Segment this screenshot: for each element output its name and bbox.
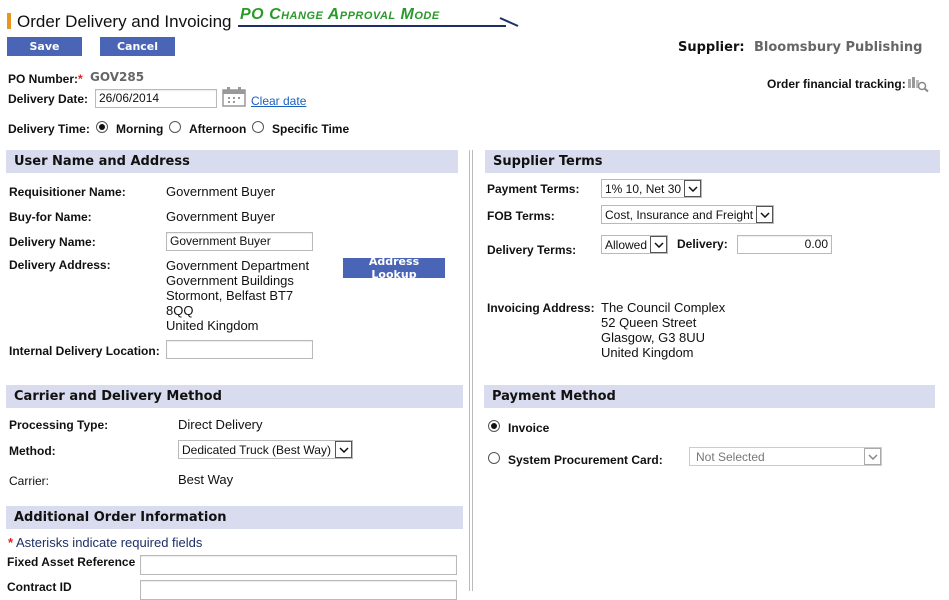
fob-terms-label: FOB Terms: [487, 209, 555, 223]
page-title: Order Delivery and Invoicing [17, 12, 232, 31]
carrier-value: Best Way [178, 472, 234, 487]
delivery-date-input[interactable]: 26/06/2014 [95, 89, 217, 108]
delivery-time-morning-label: Morning [116, 122, 164, 136]
fob-terms-value: Cost, Insurance and Freight [605, 207, 754, 222]
fob-terms-select[interactable]: Cost, Insurance and Freight [601, 205, 774, 224]
payment-terms-select[interactable]: 1% 10, Net 30 [601, 179, 702, 198]
delivery-address-line: 8QQ [166, 303, 194, 318]
delivery-name-label: Delivery Name: [9, 235, 96, 249]
delivery-terms-label: Delivery Terms: [487, 243, 577, 257]
processing-type-label: Processing Type: [9, 418, 109, 432]
cancel-button[interactable]: Cancel [100, 37, 175, 56]
internal-delivery-location-input[interactable] [166, 340, 313, 359]
invoice-radio[interactable] [488, 420, 500, 432]
required-fields-note: * Asterisks indicate required fields [8, 535, 202, 550]
mode-banner: PO Change Approval Mode [240, 6, 440, 23]
required-marker: * [8, 535, 14, 550]
delivery-amount-label: Delivery: [677, 237, 728, 251]
procurement-card-radio[interactable] [488, 452, 500, 464]
column-divider [472, 150, 473, 591]
section-payment-method: Payment Method [484, 385, 935, 408]
mode-banner-underline [238, 25, 506, 27]
contract-id-input[interactable] [140, 580, 457, 600]
method-value: Dedicated Truck (Best Way) [182, 442, 331, 457]
po-number-label-text: PO Number: [8, 72, 79, 86]
delivery-date-label: Delivery Date: [8, 92, 89, 106]
required-marker: * [78, 72, 83, 86]
invoice-label: Invoice [508, 421, 550, 435]
processing-type-value: Direct Delivery [178, 417, 263, 432]
delivery-terms-value: Allowed [605, 237, 648, 252]
delivery-name-input[interactable]: Government Buyer [166, 232, 313, 251]
delivery-address-line: Government Buildings [166, 273, 294, 288]
clear-date-link[interactable]: Clear date [251, 94, 306, 108]
delivery-address-label: Delivery Address: [9, 258, 111, 272]
column-divider [469, 150, 470, 591]
po-number-label: PO Number:* [8, 72, 83, 86]
delivery-address-line: Stormont, Belfast BT7 [166, 288, 294, 303]
delivery-time-morning-radio[interactable] [96, 121, 108, 133]
chevron-down-icon [335, 441, 352, 458]
chevron-down-icon [756, 206, 773, 223]
delivery-address: Government Department Government Buildin… [166, 258, 309, 333]
fixed-asset-reference-input[interactable] [140, 555, 457, 575]
payment-terms-label: Payment Terms: [487, 182, 580, 196]
mode-arrow-icon [499, 17, 519, 27]
delivery-address-line: United Kingdom [166, 318, 259, 333]
method-select[interactable]: Dedicated Truck (Best Way) [178, 440, 353, 459]
calendar-icon[interactable] [222, 87, 246, 107]
title-accent-bar [7, 13, 11, 29]
delivery-terms-select[interactable]: Allowed [601, 235, 668, 254]
delivery-time-afternoon-label: Afternoon [189, 122, 247, 136]
invoicing-address-line: 52 Queen Street [601, 315, 697, 330]
chevron-down-icon [650, 236, 667, 253]
invoicing-address-line: United Kingdom [601, 345, 694, 360]
delivery-time-label: Delivery Time: [8, 122, 90, 136]
section-additional-order-info: Additional Order Information [6, 506, 463, 529]
supplier-label: Supplier: [678, 40, 745, 55]
invoicing-address-line: The Council Complex [601, 300, 726, 315]
supplier-name: Bloomsbury Publishing [754, 40, 923, 55]
requisitioner-value: Government Buyer [166, 184, 276, 199]
chevron-down-icon [684, 180, 701, 197]
required-fields-note-text: Asterisks indicate required fields [15, 535, 203, 550]
chevron-down-icon [864, 448, 881, 465]
invoicing-address-label: Invoicing Address: [487, 301, 595, 315]
buy-for-label: Buy-for Name: [9, 210, 92, 224]
delivery-time-specific-radio[interactable] [252, 121, 264, 133]
delivery-time-specific-label: Specific Time [272, 122, 350, 136]
financial-tracking-label: Order financial tracking: [767, 77, 906, 91]
procurement-card-select[interactable]: Not Selected [689, 447, 882, 466]
section-user-name-address: User Name and Address [6, 150, 458, 173]
delivery-time-afternoon-radio[interactable] [169, 121, 181, 133]
payment-terms-value: 1% 10, Net 30 [605, 181, 682, 196]
invoicing-address: The Council Complex 52 Queen Street Glas… [601, 300, 725, 360]
po-number: GOV285 [90, 70, 145, 84]
buy-for-value: Government Buyer [166, 209, 276, 224]
procurement-card-value: Not Selected [696, 449, 765, 464]
internal-delivery-location-label: Internal Delivery Location: [9, 344, 160, 358]
delivery-address-line: Government Department [166, 258, 310, 273]
contract-id-label: Contract ID [7, 580, 72, 594]
procurement-card-label: System Procurement Card: [508, 453, 663, 467]
requisitioner-label: Requisitioner Name: [9, 185, 126, 199]
address-lookup-button[interactable]: Address Lookup [343, 255, 445, 281]
financial-tracking-icon[interactable] [907, 76, 929, 92]
section-carrier-delivery-method: Carrier and Delivery Method [6, 385, 463, 408]
save-button[interactable]: Save [7, 37, 82, 56]
delivery-amount-input[interactable]: 0.00 [737, 235, 832, 254]
fixed-asset-reference-label: Fixed Asset Reference [7, 555, 136, 569]
invoicing-address-line: Glasgow, G3 8UU [601, 330, 706, 345]
section-supplier-terms: Supplier Terms [485, 150, 940, 173]
carrier-label: Carrier: [9, 474, 50, 488]
method-label: Method: [9, 444, 56, 458]
